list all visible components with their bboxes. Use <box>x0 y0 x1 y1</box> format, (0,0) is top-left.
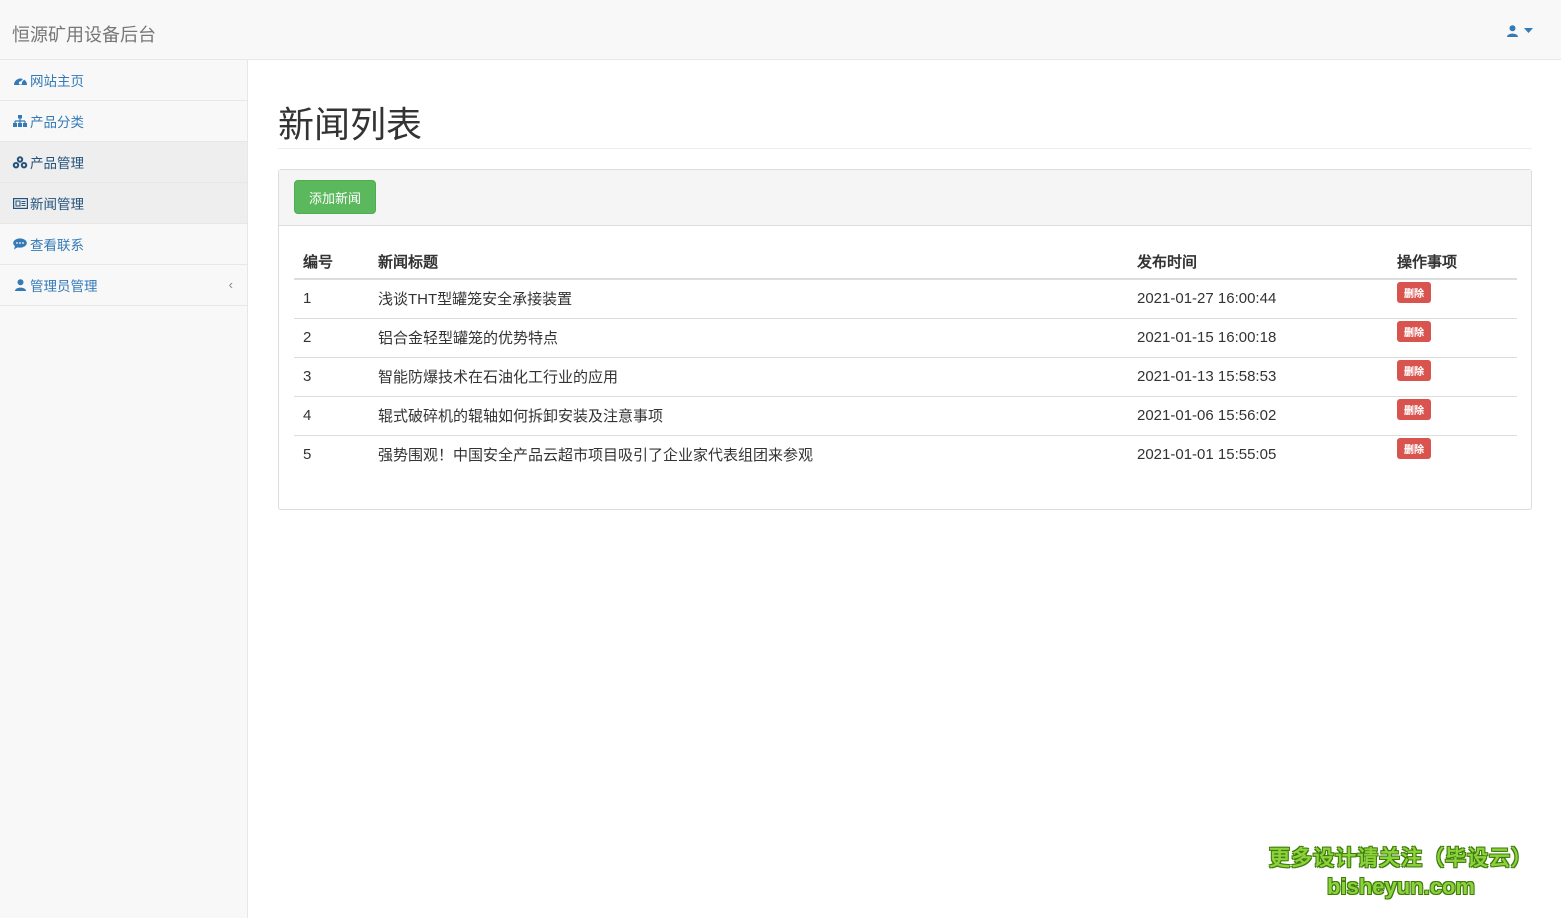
sitemap-icon <box>12 114 28 128</box>
sidebar-item-categories[interactable]: 产品分类 <box>0 101 247 142</box>
add-news-button[interactable]: 添加新闻 <box>294 180 376 214</box>
column-header-time: 发布时间 <box>1128 244 1388 280</box>
caret-down-icon <box>1524 28 1533 34</box>
panel-heading: 添加新闻 <box>279 170 1531 226</box>
brand-title[interactable]: 恒源矿用设备后台 <box>12 21 156 47</box>
sidebar-item-label: 新闻管理 <box>30 197 84 212</box>
delete-button[interactable]: 删除 <box>1397 321 1431 342</box>
delete-button[interactable]: 删除 <box>1397 399 1431 420</box>
table-row: 5 强势围观！中国安全产品云超市项目吸引了企业家代表组团来参观 2021-01-… <box>294 434 1517 474</box>
table-row: 1 浅谈THT型罐笼安全承接装置 2021-01-27 16:00:44 删除 <box>294 279 1517 318</box>
cell-title: 铝合金轻型罐笼的优势特点 <box>369 317 1128 357</box>
cell-actions: 删除 <box>1388 395 1517 435</box>
dashboard-icon <box>12 73 28 87</box>
cell-time: 2021-01-27 16:00:44 <box>1137 290 1277 308</box>
watermark-line-1: 更多设计请关注（毕设云） <box>1269 847 1533 870</box>
sidebar-item-label: 产品管理 <box>30 156 84 171</box>
cell-time: 2021-01-01 15:55:05 <box>1128 434 1388 474</box>
sidebar-item-label: 管理员管理 <box>30 279 98 294</box>
cubes-icon <box>12 155 28 169</box>
sidebar-item-label: 网站主页 <box>30 74 84 89</box>
sidebar-item-label: 产品分类 <box>30 115 84 130</box>
cell-actions: 删除 <box>1388 434 1517 474</box>
delete-button[interactable]: 删除 <box>1397 438 1431 460</box>
comments-icon <box>12 237 28 251</box>
cell-actions: 删除 <box>1388 279 1517 318</box>
watermark: 更多设计请关注（毕设云） bisheyun.com <box>1269 842 1533 900</box>
cell-id: 2 <box>294 317 369 357</box>
news-panel: 添加新闻 编号 新闻标题 发布时间 操作事项 1 浅谈THT型罐笼安全承接装置 … <box>278 169 1532 510</box>
delete-button[interactable]: 删除 <box>1397 282 1431 304</box>
delete-button[interactable]: 删除 <box>1397 360 1431 381</box>
sidebar-item-label: 查看联系 <box>30 238 84 253</box>
cell-actions: 删除 <box>1388 356 1517 396</box>
title-divider <box>278 148 1532 149</box>
news-table: 编号 新闻标题 发布时间 操作事项 1 浅谈THT型罐笼安全承接装置 2021-… <box>294 244 1517 474</box>
chevron-left-icon[interactable]: ‹ <box>229 277 233 292</box>
cell-title: 智能防爆技术在石油化工行业的应用 <box>369 356 1128 396</box>
cell-id: 1 <box>303 290 312 308</box>
watermark-line-2: bisheyun.com <box>1327 874 1475 899</box>
table-header-row: 编号 新闻标题 发布时间 操作事项 <box>294 244 1517 280</box>
cell-id: 3 <box>294 356 369 396</box>
top-navbar: 恒源矿用设备后台 <box>0 0 1561 60</box>
page-title: 新闻列表 <box>278 104 423 145</box>
sidebar-item-contacts[interactable]: 查看联系 <box>0 224 247 265</box>
cell-title: 强势围观！中国安全产品云超市项目吸引了企业家代表组团来参观 <box>369 434 1128 474</box>
column-header-id: 编号 <box>294 244 369 280</box>
cell-id: 4 <box>294 395 369 435</box>
sidebar-item-news[interactable]: 新闻管理 <box>0 183 247 224</box>
cell-title: 浅谈THT型罐笼安全承接装置 <box>378 291 573 309</box>
cell-title: 辊式破碎机的辊轴如何拆卸安装及注意事项 <box>369 395 1128 435</box>
cell-actions: 删除 <box>1388 317 1517 357</box>
user-icon <box>12 278 28 292</box>
sidebar: 网站主页 产品分类 产品管理 新闻管理 查看联系 管理员管理 ‹ <box>0 60 248 918</box>
cell-time: 2021-01-06 15:56:02 <box>1128 395 1388 435</box>
sidebar-item-products[interactable]: 产品管理 <box>0 142 247 183</box>
user-icon <box>1507 25 1518 37</box>
table-row: 2 铝合金轻型罐笼的优势特点 2021-01-15 16:00:18 删除 <box>294 317 1517 357</box>
cell-time: 2021-01-15 16:00:18 <box>1128 317 1388 357</box>
cell-id: 5 <box>294 434 369 474</box>
user-menu-dropdown[interactable] <box>1507 25 1533 37</box>
cell-time: 2021-01-13 15:58:53 <box>1128 356 1388 396</box>
sidebar-item-home[interactable]: 网站主页 <box>0 60 247 101</box>
table-row: 3 智能防爆技术在石油化工行业的应用 2021-01-13 15:58:53 删… <box>294 356 1517 396</box>
table-row: 4 辊式破碎机的辊轴如何拆卸安装及注意事项 2021-01-06 15:56:0… <box>294 395 1517 435</box>
sidebar-item-admins[interactable]: 管理员管理 ‹ <box>0 265 247 306</box>
newspaper-icon <box>12 196 28 210</box>
column-header-actions: 操作事项 <box>1388 244 1517 280</box>
column-header-title: 新闻标题 <box>369 244 1128 280</box>
